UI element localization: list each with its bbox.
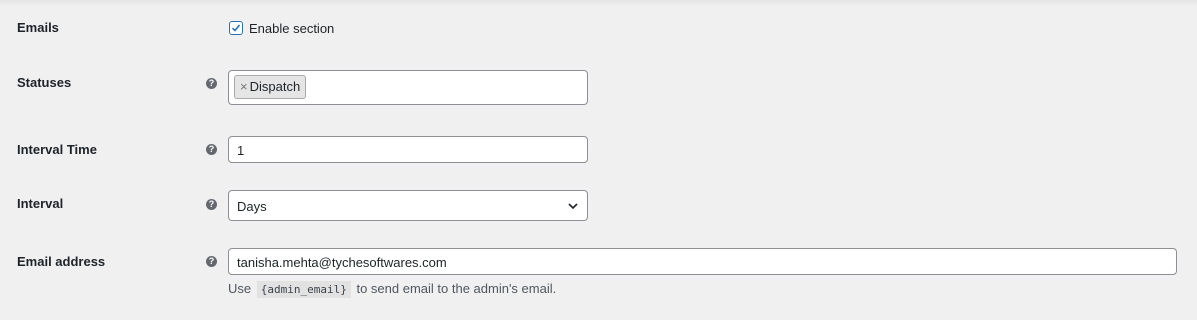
admin-email-placeholder-code: {admin_email} <box>256 281 351 298</box>
interval-select[interactable]: Days <box>228 190 588 221</box>
emails-label: Emails <box>17 20 59 35</box>
top-shadow <box>0 0 1197 6</box>
question-circle-icon[interactable]: ? <box>206 256 217 267</box>
email-address-label: Email address <box>17 254 106 269</box>
question-circle-icon[interactable]: ? <box>206 144 217 155</box>
status-chip-label: Dispatch <box>249 79 301 94</box>
statuses-label: Statuses <box>17 75 72 90</box>
interval-label: Interval <box>17 196 64 211</box>
interval-time-input[interactable]: 1 <box>228 136 588 163</box>
checkmark-icon <box>231 24 241 32</box>
email-address-input[interactable]: tanisha.mehta@tychesoftwares.com <box>228 248 1177 275</box>
description-prefix: Use <box>228 281 252 296</box>
question-circle-icon[interactable]: ? <box>206 78 217 89</box>
question-circle-icon[interactable]: ? <box>206 199 217 210</box>
interval-time-label: Interval Time <box>17 142 97 157</box>
email-address-value: tanisha.mehta@tychesoftwares.com <box>237 255 447 270</box>
enable-section-label[interactable]: Enable section <box>249 21 334 36</box>
interval-time-value: 1 <box>237 143 245 158</box>
chevron-down-icon <box>568 203 578 210</box>
enable-section-checkbox[interactable] <box>229 21 243 35</box>
statuses-multiselect[interactable]: × Dispatch <box>228 70 588 105</box>
chip-remove-icon[interactable]: × <box>240 79 248 94</box>
status-chip-dispatch: × Dispatch <box>234 75 307 99</box>
interval-selected-value: Days <box>237 199 267 214</box>
description-suffix: to send email to the admin's email. <box>356 281 557 296</box>
email-address-description: Use {admin_email} to send email to the a… <box>228 281 557 298</box>
